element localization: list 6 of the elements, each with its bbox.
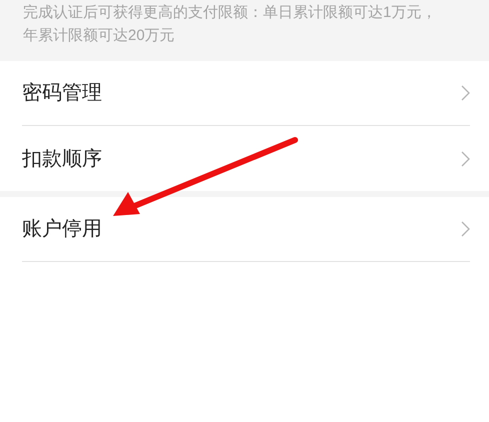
menu-item[interactable]: 密码管理 xyxy=(22,61,470,126)
chevron-right-icon xyxy=(461,85,470,101)
chevron-right-icon xyxy=(461,150,470,166)
notice-text: 完成认证后可获得更高的支付限额：单日累计限额可达1万元，年累计限额可达20万元 xyxy=(23,3,438,46)
menu-item[interactable]: 扣款顺序 xyxy=(22,126,470,191)
chevron-right-icon xyxy=(461,221,470,237)
